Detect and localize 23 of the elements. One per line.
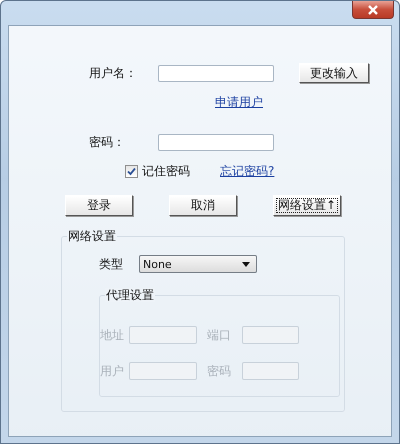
dialog-button[interactable]: 取消 (169, 195, 237, 216)
forgot-password-link[interactable]: 忘记密码? (220, 163, 274, 180)
field-label: 端口 (207, 326, 232, 344)
type-dropdown[interactable]: None (139, 255, 257, 273)
field-label: 类型 (99, 256, 124, 272)
group-title: 代理设置 (105, 288, 155, 302)
field-label: 密码 (207, 362, 232, 380)
checkbox-label: 记住密码 (142, 163, 190, 180)
checkbox[interactable] (125, 165, 138, 178)
register-link[interactable]: 申请用户 (215, 94, 263, 111)
close-icon (367, 4, 379, 14)
field-label: 用户 (100, 362, 125, 380)
input-field[interactable] (158, 64, 274, 82)
dialog-button[interactable]: 登录 (65, 195, 133, 216)
dialog-button[interactable]: 网络设置↑ (273, 195, 341, 216)
change-input-button[interactable]: 更改输入 (299, 63, 369, 83)
group-title: 网络设置 (67, 229, 117, 243)
input-field[interactable] (158, 134, 274, 151)
caret-icon (242, 262, 250, 266)
field-label: 密码： (89, 134, 126, 151)
field-label: 地址 (100, 326, 125, 344)
close-button[interactable] (352, 1, 394, 19)
field-label: 用户名： (89, 64, 138, 82)
